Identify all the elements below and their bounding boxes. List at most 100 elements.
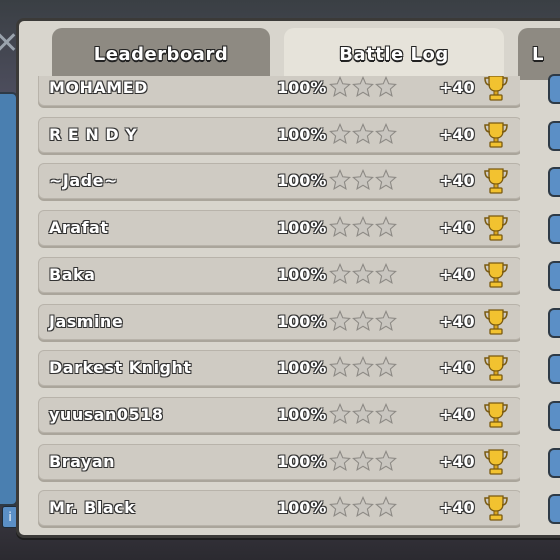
row-action-button[interactable] — [548, 74, 560, 104]
star-icon — [352, 76, 374, 98]
destruction-percent: 100% — [277, 218, 327, 238]
player-name: Brayan — [49, 451, 116, 471]
row-action-button[interactable] — [548, 354, 560, 385]
trophy-delta: +40 — [439, 78, 475, 97]
star-rating — [329, 449, 398, 474]
tab-battle-log[interactable]: Battle Log — [284, 28, 504, 80]
trophy-delta: +40 — [439, 171, 475, 191]
battle-log-row[interactable]: Jasmine 100% +40 — [38, 303, 520, 340]
row-action-button[interactable] — [548, 214, 560, 245]
star-icon — [375, 122, 397, 145]
player-name: Arafat — [49, 218, 109, 238]
destruction-percent: 100% — [277, 171, 327, 191]
tab-third[interactable]: L — [518, 28, 560, 80]
player-name: Mr. Black — [49, 498, 136, 518]
star-icon — [329, 122, 351, 145]
battle-log-row[interactable]: yuusan0518 100% +40 — [38, 396, 520, 433]
row-action-button[interactable] — [548, 400, 560, 431]
star-rating — [329, 496, 398, 520]
tab-leaderboard-label: Leaderboard — [93, 43, 229, 65]
battle-log-row[interactable]: Brayan 100% +40 — [38, 443, 520, 480]
row-action-button[interactable] — [548, 307, 560, 338]
trophy-icon — [483, 167, 509, 195]
star-icon — [329, 402, 351, 425]
trophy-delta: +40 — [439, 358, 475, 378]
battle-log-row[interactable]: Darkest Knight 100% +40 — [38, 350, 520, 387]
trophy-delta: +40 — [439, 311, 475, 331]
trophy-icon — [483, 448, 509, 476]
star-icon — [352, 262, 374, 285]
star-icon — [375, 356, 397, 378]
player-name: ~Jade~ — [49, 171, 118, 191]
destruction-percent: 100% — [277, 311, 327, 331]
star-icon — [329, 309, 351, 332]
trophy-delta: +40 — [439, 498, 475, 518]
trophy-delta: +40 — [439, 451, 475, 471]
star-icon — [375, 449, 397, 472]
star-icon — [352, 449, 374, 472]
star-icon — [375, 309, 397, 332]
player-name: R E N D Y — [49, 124, 138, 144]
star-rating — [329, 169, 398, 193]
trophy-icon — [483, 401, 509, 429]
star-rating — [329, 356, 398, 380]
battle-log-row[interactable]: MOHAMED 100% +40 — [38, 76, 520, 106]
trophy-delta: +40 — [439, 124, 475, 144]
star-rating — [329, 122, 398, 147]
star-icon — [329, 169, 351, 191]
destruction-percent: 100% — [277, 451, 327, 471]
player-name: MOHAMED — [49, 78, 148, 97]
row-action-button[interactable] — [548, 167, 560, 198]
player-name: Jasmine — [49, 311, 124, 331]
trophy-icon — [483, 354, 509, 382]
battle-log-row[interactable]: Baka 100% +40 — [38, 256, 520, 293]
trophy-icon — [483, 214, 509, 242]
trophy-icon — [483, 494, 509, 522]
player-name: yuusan0518 — [49, 404, 164, 424]
battle-log-row[interactable]: Mr. Black 100% +40 — [38, 490, 520, 527]
destruction-percent: 100% — [277, 498, 327, 518]
destruction-percent: 100% — [277, 124, 327, 144]
tab-third-label: L — [532, 43, 544, 65]
star-rating — [329, 402, 398, 427]
tab-leaderboard[interactable]: Leaderboard — [52, 28, 270, 80]
star-icon — [352, 402, 374, 425]
destruction-percent: 100% — [277, 78, 327, 97]
star-icon — [352, 496, 374, 518]
row-action-button[interactable] — [548, 447, 560, 478]
star-icon — [375, 262, 397, 285]
row-action-button[interactable] — [548, 120, 560, 151]
trophy-icon — [483, 261, 509, 289]
trophy-delta: +40 — [439, 404, 475, 424]
star-rating — [329, 216, 398, 240]
row-action-button[interactable] — [548, 260, 560, 291]
star-icon — [352, 356, 374, 378]
trophy-delta: +40 — [439, 264, 475, 284]
tab-battle-log-label: Battle Log — [339, 43, 449, 65]
star-icon — [375, 76, 397, 98]
player-name: Baka — [49, 264, 96, 284]
battle-log-row[interactable]: ~Jade~ 100% +40 — [38, 163, 520, 200]
row-action-button[interactable] — [548, 494, 560, 525]
star-rating — [329, 76, 398, 100]
trophy-icon — [483, 308, 509, 336]
star-rating — [329, 262, 398, 287]
trophy-delta: +40 — [439, 218, 475, 238]
star-icon — [375, 169, 397, 191]
star-icon — [329, 356, 351, 378]
star-icon — [352, 122, 374, 145]
star-icon — [375, 216, 397, 238]
destruction-percent: 100% — [277, 404, 327, 424]
battle-log-list[interactable]: MOHAMED 100% +40 R E N D Y 100% +40 ~Jade~ 100%… — [38, 76, 520, 528]
destruction-percent: 100% — [277, 264, 327, 284]
star-icon — [352, 169, 374, 191]
star-icon — [352, 216, 374, 238]
star-icon — [329, 76, 351, 98]
battle-log-row[interactable]: R E N D Y 100% +40 — [38, 116, 520, 153]
star-icon — [329, 262, 351, 285]
star-icon — [329, 216, 351, 238]
destruction-percent: 100% — [277, 358, 327, 378]
battle-log-row[interactable]: Arafat 100% +40 — [38, 210, 520, 247]
trophy-icon — [483, 76, 509, 102]
player-name: Darkest Knight — [49, 358, 192, 378]
